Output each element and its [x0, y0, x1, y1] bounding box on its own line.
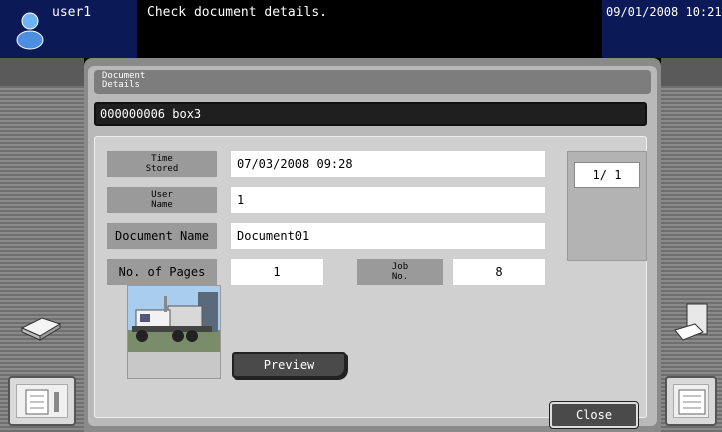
user-name: user1 — [52, 5, 92, 20]
time-stored-value: 07/03/2008 09:28 — [231, 151, 545, 177]
panel-title-bar: Document Details — [94, 70, 651, 94]
datetime: 09/01/2008 10:21 — [606, 5, 722, 19]
job-no-label: Job No. — [357, 259, 443, 285]
page-counter: 1/ 1 — [574, 162, 640, 188]
status-bar: user1 Check document details. 09/01/2008… — [0, 0, 722, 58]
user-area: user1 — [0, 0, 137, 58]
status-message: Check document details. — [147, 5, 328, 20]
settings-list-icon — [678, 389, 706, 415]
printer-output-icon[interactable] — [673, 300, 713, 344]
document-details-frame: Document Details 000000006 box3 Time Sto… — [88, 66, 657, 426]
user-icon — [16, 12, 44, 50]
left-side-panel — [0, 58, 84, 432]
main-panel: Document Details 000000006 box3 Time Sto… — [84, 58, 661, 432]
scanner-icon[interactable] — [18, 308, 64, 342]
thumbnail-frame — [127, 285, 221, 379]
document-name-label: Document Name — [107, 223, 217, 249]
box-name-bar: 000000006 box3 — [94, 102, 647, 126]
document-thumbnail — [128, 286, 220, 352]
time-stored-label: Time Stored — [107, 151, 217, 177]
page-counter-panel: 1/ 1 — [567, 151, 647, 261]
job-list-icon — [25, 389, 59, 415]
document-name-value: Document01 — [231, 223, 545, 249]
panel-title: Document Details — [102, 71, 146, 90]
close-button[interactable]: Close — [549, 401, 639, 429]
job-list-button[interactable] — [8, 376, 76, 426]
pages-value: 1 — [231, 259, 323, 285]
box-name: 000000006 box3 — [100, 107, 202, 121]
datetime-area: 09/01/2008 10:21 — [602, 0, 722, 58]
details-content: Time Stored 07/03/2008 09:28 User Name 1… — [94, 136, 647, 418]
settings-list-button[interactable] — [665, 376, 717, 426]
pages-label: No. of Pages — [107, 259, 217, 285]
preview-button[interactable]: Preview — [232, 352, 346, 378]
job-no-value: 8 — [453, 259, 545, 285]
right-side-panel — [661, 58, 722, 432]
user-name-value: 1 — [231, 187, 545, 213]
user-name-label: User Name — [107, 187, 217, 213]
